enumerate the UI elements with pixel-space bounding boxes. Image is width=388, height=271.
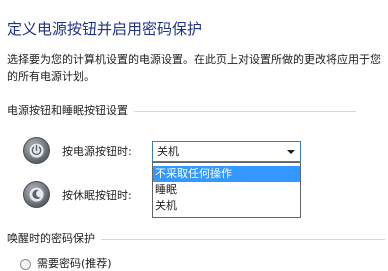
- chevron-down-icon[interactable]: [287, 150, 295, 154]
- sleep-icon: [23, 181, 50, 208]
- section-divider: [101, 238, 385, 240]
- require-password-label: 需要密码(推荐): [37, 257, 112, 270]
- page-title: 定义电源按钮并启用密码保护: [7, 20, 203, 38]
- section-header-wake: 唤醒时的密码保护: [7, 232, 385, 246]
- dropdown-option-do-nothing[interactable]: 不采取任何操作: [153, 166, 300, 182]
- power-action-dropdown-list: 不采取任何操作 睡眠 关机: [152, 162, 301, 218]
- power-button-action-value: 关机: [157, 145, 179, 158]
- dropdown-option-sleep[interactable]: 睡眠: [153, 182, 300, 198]
- require-password-option[interactable]: 需要密码(推荐): [20, 257, 112, 271]
- sleep-button-label: 按休眠按钮时:: [62, 189, 132, 202]
- section-header-buttons: 电源按钮和睡眠按钮设置: [7, 104, 356, 118]
- dropdown-option-shutdown[interactable]: 关机: [153, 198, 300, 214]
- power-button-label: 按电源按钮时:: [62, 145, 132, 158]
- section-header-buttons-label: 电源按钮和睡眠按钮设置: [7, 104, 128, 117]
- section-divider: [134, 110, 356, 112]
- section-header-wake-label: 唤醒时的密码保护: [7, 232, 95, 245]
- page-description: 选择要为您的计算机设置的电源设置。在此页上对设置所做的更改将应用于您的所有电源计…: [7, 53, 381, 83]
- power-button-action-select[interactable]: 关机: [152, 141, 301, 162]
- power-icon: [23, 137, 50, 164]
